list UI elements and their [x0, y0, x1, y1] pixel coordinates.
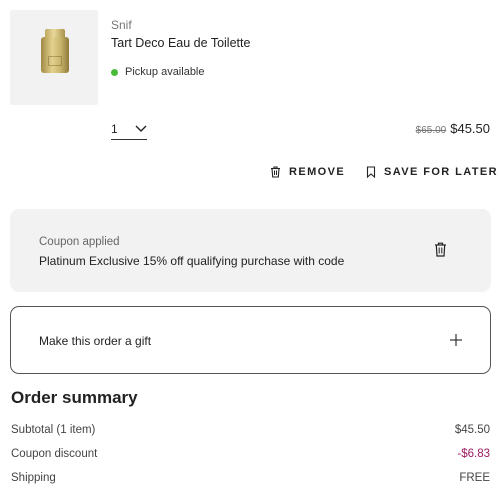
gift-option-toggle[interactable]: Make this order a gift [10, 306, 491, 374]
gift-label: Make this order a gift [39, 334, 152, 348]
coupon-heading: Coupon applied [39, 236, 120, 248]
save-for-later-label: SAVE FOR LATER [384, 166, 498, 178]
trash-icon [271, 166, 280, 178]
coupon-panel: Coupon applied Platinum Exclusive 15% of… [10, 209, 491, 292]
summary-label: Shipping [11, 472, 56, 484]
plus-icon [450, 334, 462, 346]
availability-status: Pickup available [111, 66, 205, 78]
remove-button[interactable]: REMOVE [270, 166, 345, 178]
summary-row-subtotal: Subtotal (1 item) $45.50 [11, 424, 490, 440]
quantity-value: 1 [111, 122, 118, 136]
summary-value: FREE [459, 472, 490, 484]
chevron-down-icon [135, 125, 147, 132]
price-block: $65.00 $45.50 [416, 121, 490, 136]
summary-label: Coupon discount [11, 448, 98, 460]
product-brand: Snif [111, 18, 132, 32]
perfume-bottle-image [41, 29, 69, 73]
remove-label: REMOVE [289, 166, 346, 178]
original-price: $65.00 [415, 125, 447, 136]
summary-row-coupon-discount: Coupon discount -$6.83 [11, 448, 490, 464]
product-image[interactable] [10, 10, 98, 105]
remove-coupon-trash-icon[interactable] [434, 242, 447, 257]
sale-price: $45.50 [450, 121, 490, 136]
summary-value: -$6.83 [457, 448, 490, 460]
status-dot-icon [111, 68, 118, 76]
bookmark-icon [366, 166, 376, 178]
quantity-select[interactable]: 1 [111, 120, 147, 140]
save-for-later-button[interactable]: SAVE FOR LATER [366, 166, 498, 178]
summary-row-shipping: Shipping FREE [11, 472, 490, 488]
summary-value: $45.50 [454, 424, 490, 436]
availability-label: Pickup available [125, 66, 205, 78]
order-summary-title: Order summary [11, 388, 138, 407]
product-name[interactable]: Tart Deco Eau de Toilette [111, 36, 250, 50]
coupon-description: Platinum Exclusive 15% off qualifying pu… [39, 254, 345, 268]
summary-label: Subtotal (1 item) [11, 424, 96, 436]
